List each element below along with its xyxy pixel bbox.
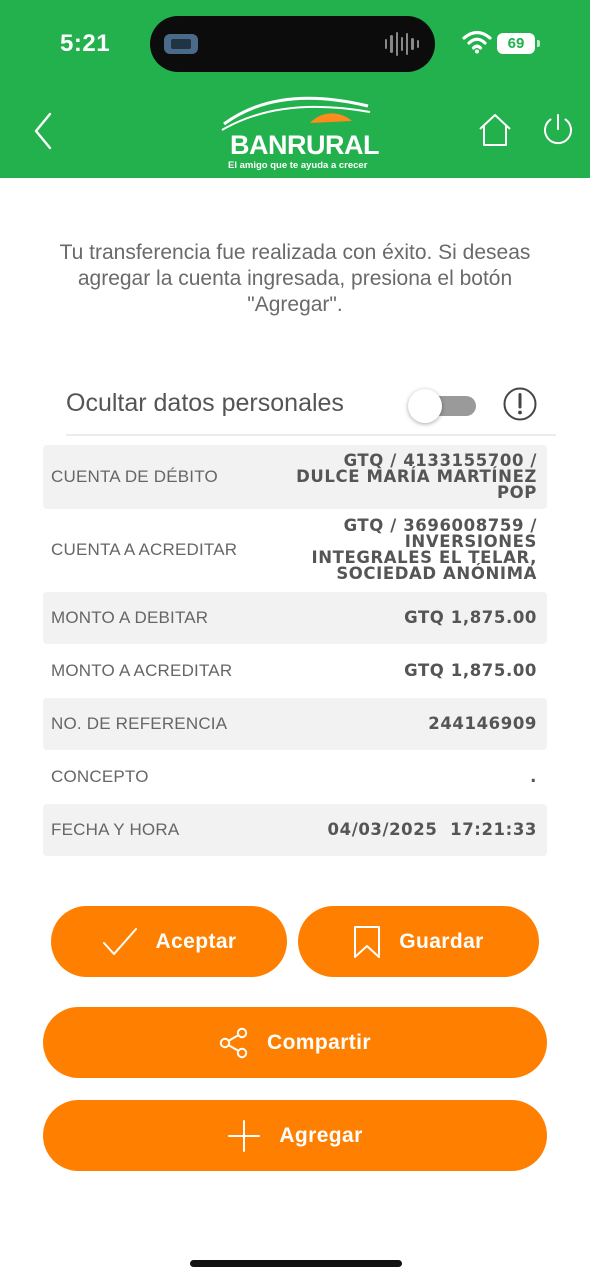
battery-indicator: 69 <box>497 33 540 54</box>
detail-row-debit-amount: MONTO A DEBITAR GTQ 1,875.00 <box>43 592 547 644</box>
wifi-icon <box>462 30 492 54</box>
bookmark-icon <box>354 925 381 958</box>
detail-row-concept: CONCEPTO . <box>43 751 547 803</box>
detail-label: CUENTA DE DÉBITO <box>51 467 218 486</box>
share-button[interactable]: Compartir <box>43 1007 547 1078</box>
audio-wave-icon <box>385 30 419 58</box>
detail-row-date-time: FECHA Y HORA 04/03/2025 17:21:33 <box>43 804 547 856</box>
share-icon <box>219 1027 248 1058</box>
app-header: 5:21 69 BANRURAL El amigo que te ayuda a… <box>0 0 590 186</box>
detail-row-reference: NO. DE REFERENCIA 244146909 <box>43 698 547 750</box>
detail-value: GTQ / 3696008759 / INVERSIONES INTEGRALE… <box>311 517 547 583</box>
brand-tagline: El amigo que te ayuda a crecer <box>228 160 368 171</box>
detail-label: FECHA Y HORA <box>51 820 180 839</box>
save-button[interactable]: Guardar <box>298 906 539 977</box>
toggle-knob <box>408 389 442 423</box>
detail-label: CONCEPTO <box>51 767 149 786</box>
now-playing-app-icon <box>164 34 198 54</box>
detail-value: 04/03/2025 17:21:33 <box>327 820 537 839</box>
success-message: Tu transferencia fue realizada con éxito… <box>59 241 531 316</box>
accept-button-label: Aceptar <box>155 929 237 953</box>
home-icon[interactable] <box>476 110 514 150</box>
status-time: 5:21 <box>60 30 111 57</box>
power-icon[interactable] <box>539 110 577 150</box>
detail-row-debit-account: CUENTA DE DÉBITO GTQ / 4133155700 / DULC… <box>43 445 547 509</box>
accept-button[interactable]: Aceptar <box>51 906 287 977</box>
detail-label: MONTO A DEBITAR <box>51 608 209 627</box>
detail-value: GTQ / 4133155700 / DULCE MARÍA MARTÍNEZ … <box>296 452 547 502</box>
info-icon[interactable] <box>502 386 538 422</box>
plus-icon <box>228 1119 261 1152</box>
checkmark-icon <box>102 927 137 955</box>
dynamic-island <box>150 16 435 72</box>
share-button-label: Compartir <box>267 1030 371 1054</box>
debit-holder-line: POP <box>496 483 537 502</box>
save-button-label: Guardar <box>399 929 484 953</box>
detail-row-credit-amount: MONTO A ACREDITAR GTQ 1,875.00 <box>43 645 547 697</box>
hide-personal-data-label: Ocultar datos personales <box>66 389 344 417</box>
brand-name: BANRURAL <box>230 130 379 160</box>
detail-label: MONTO A ACREDITAR <box>51 661 233 680</box>
back-button[interactable] <box>24 106 64 156</box>
transfer-details: CUENTA DE DÉBITO GTQ / 4133155700 / DULC… <box>43 445 547 856</box>
add-button-label: Agregar <box>279 1123 363 1147</box>
detail-label: CUENTA A ACREDITAR <box>51 540 238 559</box>
detail-row-credit-account: CUENTA A ACREDITAR GTQ / 3696008759 / IN… <box>43 509 547 591</box>
credit-holder-line: SOCIEDAD ANÓNIMA <box>336 564 537 583</box>
banrural-logo: BANRURAL El amigo que te ayuda a crecer <box>218 90 379 190</box>
add-button[interactable]: Agregar <box>43 1100 547 1171</box>
home-indicator[interactable] <box>190 1260 402 1267</box>
hide-personal-data-row: Ocultar datos personales <box>66 380 556 436</box>
detail-value: 244146909 <box>428 714 537 733</box>
hide-personal-data-toggle[interactable] <box>408 389 476 423</box>
detail-value: . <box>530 767 537 786</box>
detail-label: NO. DE REFERENCIA <box>51 714 228 733</box>
detail-value: GTQ 1,875.00 <box>404 608 537 627</box>
detail-value: GTQ 1,875.00 <box>404 661 537 680</box>
